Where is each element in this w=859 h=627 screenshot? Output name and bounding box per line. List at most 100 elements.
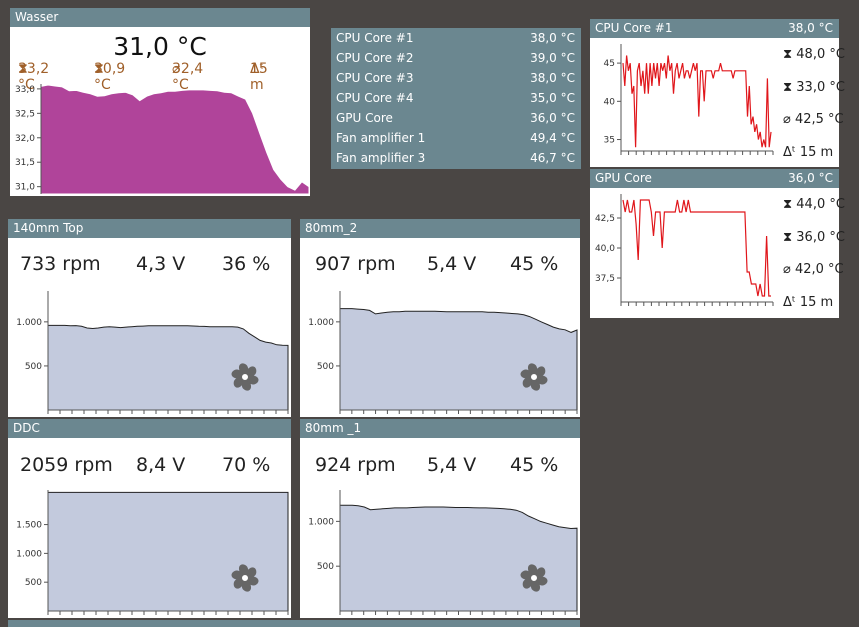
fan-chart-140mm-top: 1.000 500: [16, 291, 289, 414]
max-icon: ⧗: [783, 197, 793, 212]
sensor-value: 49,4 °C: [530, 131, 575, 145]
fan-title: 80mm_2: [305, 221, 358, 235]
next-panel-header-partial: [8, 620, 580, 627]
temperature-line: [622, 199, 771, 297]
fan-header: 80mm _1: [300, 419, 580, 438]
sensor-name: CPU Core #1: [336, 31, 414, 45]
sensor-value: 38,0 °C: [530, 31, 575, 45]
sensor-name: Fan amplifier 3: [336, 151, 426, 165]
cpu-core1-current: 38,0 °C: [788, 21, 833, 35]
gpu-core-span: Δᵗ 15 m: [783, 295, 834, 310]
rpm-area: [339, 504, 578, 612]
y-tick-label: 1.000: [308, 517, 334, 527]
y-tick-label: 32,5: [15, 109, 35, 119]
water-current-value: 31,0 °C: [113, 32, 207, 61]
fan-chart-80mm-1: 1.000 500: [308, 490, 578, 615]
fan-chart-ddc: 1.500 1.000 500: [16, 490, 289, 615]
fan-rpm: 733 rpm: [20, 253, 101, 275]
gpu-core-min: ⧗ 36,0 °C: [783, 230, 845, 245]
water-area: [40, 84, 310, 195]
fan-header: DDC: [8, 419, 291, 438]
cpu-core1-avg: ⌀ 42,5 °C: [783, 112, 844, 127]
sensor-row: CPU Core #2 39,0 °C: [331, 48, 581, 68]
y-tick-label: 1.000: [16, 549, 42, 559]
y-tick-label: 500: [317, 362, 334, 372]
fan-panel-140mm-top: 140mm Top 733 rpm 4,3 V 36 % 1.000 500: [8, 219, 291, 417]
sensor-name: Fan amplifier 1: [336, 131, 426, 145]
fan-rpm: 924 rpm: [315, 454, 396, 476]
cpu-core1-header: CPU Core #1 38,0 °C: [590, 19, 839, 38]
gpu-core-current: 36,0 °C: [788, 171, 833, 185]
y-tick-label: 1.000: [308, 318, 334, 328]
fan-hub: [240, 573, 250, 583]
fan-hub: [529, 372, 539, 382]
cpu-core1-min: ⧗ 33,0 °C: [783, 80, 845, 95]
fan-voltage: 8,4 V: [136, 454, 186, 476]
sensor-row: CPU Core #3 38,0 °C: [331, 68, 581, 88]
sensor-name: CPU Core #3: [336, 71, 414, 85]
y-tick-label: 1.000: [16, 318, 42, 328]
cpu-core1-title: CPU Core #1: [595, 21, 673, 35]
fan-rpm: 2059 rpm: [20, 454, 113, 476]
fan-percent: 36 %: [222, 253, 271, 275]
sensor-row: CPU Core #4 35,0 °C: [331, 88, 581, 108]
avg-icon: ⌀: [783, 262, 791, 277]
sensor-name: CPU Core #4: [336, 91, 414, 105]
cpu-core1-span: Δᵗ 15 m: [783, 145, 834, 160]
avg-icon: ⌀: [783, 112, 791, 127]
y-tick-label: 31,0: [15, 183, 35, 193]
sensor-name: GPU Core: [336, 111, 393, 125]
sensor-value: 39,0 °C: [530, 51, 575, 65]
sensor-row: CPU Core #1 38,0 °C: [331, 28, 581, 48]
cpu-core1-max: ⧗ 48,0 °C: [783, 47, 845, 62]
y-tick-label: 33,0: [15, 85, 35, 95]
cpu-core1-chart: 45 40 35: [604, 44, 774, 155]
sensor-name: CPU Core #2: [336, 51, 414, 65]
y-tick-label: 500: [25, 578, 42, 588]
min-icon: ⧗: [783, 230, 793, 245]
sensor-value: 46,7 °C: [530, 151, 575, 165]
y-tick-label: 40,0: [595, 244, 615, 254]
sensor-table: CPU Core #1 38,0 °C CPU Core #2 39,0 °C CPU …: [331, 28, 581, 169]
fan-title: 140mm Top: [13, 221, 84, 235]
fan-rpm: 907 rpm: [315, 253, 396, 275]
sensor-value: 36,0 °C: [530, 111, 575, 125]
y-tick-label: 35: [604, 136, 615, 146]
water-panel-header: Wasser: [10, 8, 310, 27]
y-tick-label: 1.500: [16, 521, 42, 531]
fan-hub: [240, 372, 250, 382]
y-tick-label: 40: [604, 97, 616, 107]
fan-title: DDC: [13, 421, 40, 435]
timespan-icon: Δᵗ: [783, 145, 796, 160]
fan-voltage: 5,4 V: [427, 454, 477, 476]
gpu-core-max: ⧗ 44,0 °C: [783, 197, 845, 212]
fan-percent: 70 %: [222, 454, 271, 476]
sensor-value: 35,0 °C: [530, 91, 575, 105]
temperature-line: [622, 55, 772, 148]
gpu-core-chart: 42,5 40,0 37,5: [595, 194, 774, 306]
y-tick-label: 37,5: [595, 274, 615, 284]
gpu-core-panel: GPU Core 36,0 °C 42,5 40,0 37,5 ⧗ 44,0 °C …: [590, 169, 845, 318]
fan-title: 80mm _1: [305, 421, 362, 435]
y-tick-label: 45: [604, 59, 615, 69]
gpu-core-header: GPU Core 36,0 °C: [590, 169, 839, 188]
y-tick-label: 32,0: [15, 134, 35, 144]
gpu-core-title: GPU Core: [595, 171, 652, 185]
sensor-row: Fan amplifier 1 49,4 °C: [331, 128, 581, 148]
water-panel: Wasser 31,0 °C ⧗ 33,2 °C ⧗ 30,9 °C ⌀ 32,…: [10, 8, 310, 196]
rpm-area: [339, 308, 578, 411]
fan-hub: [529, 573, 539, 583]
max-icon: ⧗: [783, 47, 793, 62]
timespan-icon: Δᵗ: [783, 295, 796, 310]
fan-voltage: 4,3 V: [136, 253, 186, 275]
fan-header: 140mm Top: [8, 219, 291, 238]
fan-panel-ddc: DDC 2059 rpm 8,4 V 70 % 1.500 1.000 500: [8, 419, 291, 618]
sensor-row: Fan amplifier 3 46,7 °C: [331, 148, 581, 168]
sensor-value: 38,0 °C: [530, 71, 575, 85]
water-title: Wasser: [15, 10, 59, 24]
fan-percent: 45 %: [510, 454, 559, 476]
water-chart: 33,0 32,5 32,0 31,5 31,0: [15, 84, 310, 195]
gpu-core-avg: ⌀ 42,0 °C: [783, 262, 844, 277]
fan-voltage: 5,4 V: [427, 253, 477, 275]
y-tick-label: 42,5: [595, 214, 615, 224]
